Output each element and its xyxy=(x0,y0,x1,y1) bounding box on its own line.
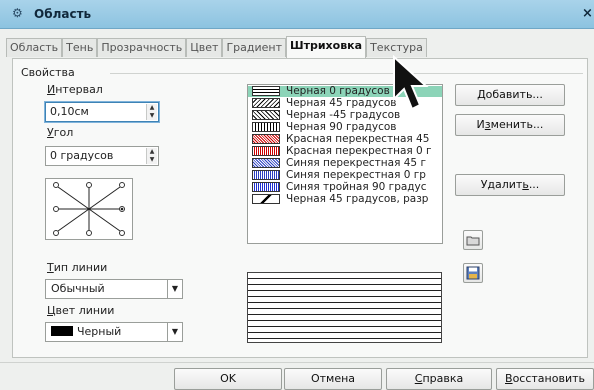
line-color-label: Цвет линии xyxy=(47,304,115,317)
tab-area[interactable]: Область xyxy=(6,38,63,57)
app-icon: ⚙ xyxy=(12,6,23,20)
list-item[interactable]: Черная 90 градусов xyxy=(248,122,442,133)
line-type-value: Обычный xyxy=(51,282,105,295)
line-color-value: Черный xyxy=(77,325,122,338)
hatch-thumb-icon xyxy=(252,98,280,108)
angle-label: Угол xyxy=(47,126,74,139)
footer-divider xyxy=(0,362,594,363)
tab-transparency[interactable]: Прозрачность xyxy=(97,38,187,57)
hatch-thumb-icon xyxy=(252,134,280,144)
angle-spinbox[interactable]: 0 градусов ▲ ▼ xyxy=(45,146,159,166)
angle-selector-graphic xyxy=(53,182,125,236)
angle-selector[interactable] xyxy=(45,178,133,240)
spin-arrows-icon[interactable]: ▲ ▼ xyxy=(146,148,157,164)
group-divider xyxy=(110,73,583,74)
chevron-down-icon[interactable]: ▼ xyxy=(167,280,182,298)
hatch-thumb-icon xyxy=(252,182,280,192)
chevron-down-icon[interactable]: ▼ xyxy=(167,323,182,341)
hatch-thumb-icon xyxy=(252,194,280,204)
properties-group-title: Свойства xyxy=(21,66,79,79)
modify-button[interactable]: Изменить... xyxy=(455,114,565,136)
load-button[interactable] xyxy=(463,230,483,250)
dialog-title: Область xyxy=(34,7,92,21)
interval-spinbox[interactable]: 0,10см ▲ ▼ xyxy=(45,102,159,122)
hatch-thumb-icon xyxy=(252,122,280,132)
mouse-cursor-icon xyxy=(393,55,429,111)
tab-shadow[interactable]: Тень xyxy=(62,38,98,57)
spin-arrows-icon[interactable]: ▲ ▼ xyxy=(146,104,157,120)
tab-gradient[interactable]: Градиент xyxy=(222,38,287,57)
interval-label: Интервал xyxy=(47,83,103,96)
help-button[interactable]: Справка xyxy=(386,368,492,390)
save-button[interactable] xyxy=(463,263,483,283)
interval-value: 0,10см xyxy=(50,105,89,118)
ok-button[interactable]: OK xyxy=(174,368,282,390)
list-item[interactable]: Синяя перекрестная 45 г xyxy=(248,158,442,169)
title-bar[interactable]: ⚙ Область × xyxy=(0,0,594,29)
hatch-thumb-icon xyxy=(252,86,280,96)
floppy-save-icon xyxy=(466,266,480,280)
tab-hatching[interactable]: Штриховка xyxy=(286,36,367,58)
angle-value: 0 градусов xyxy=(50,149,114,162)
tab-color[interactable]: Цвет xyxy=(186,38,223,57)
hatch-preview xyxy=(247,272,442,343)
list-item[interactable]: Синяя тройная 90 градус xyxy=(248,182,442,193)
list-item[interactable]: Красная перекрестная 45 xyxy=(248,134,442,145)
hatch-thumb-icon xyxy=(252,146,280,156)
close-icon[interactable]: × xyxy=(582,6,593,21)
list-item[interactable]: Красная перекрестная 0 г xyxy=(248,146,442,157)
hatch-thumb-icon xyxy=(252,158,280,168)
list-item[interactable]: Черная 45 градусов, разр xyxy=(248,194,442,205)
area-dialog: ⚙ Область × Область Тень Прозрачность Цв… xyxy=(0,0,594,390)
hatch-thumb-icon xyxy=(252,170,280,180)
cancel-button[interactable]: Отмена xyxy=(284,368,382,390)
add-button[interactable]: Добавить... xyxy=(455,84,565,106)
hatch-thumb-icon xyxy=(252,110,280,120)
reset-button[interactable]: Восстановить xyxy=(496,368,594,390)
color-swatch xyxy=(51,326,73,336)
list-item[interactable]: Синяя перекрестная 0 гр xyxy=(248,170,442,181)
folder-open-icon xyxy=(466,236,480,246)
delete-button[interactable]: Удалить... xyxy=(455,174,565,196)
line-type-label: Тип линии xyxy=(47,261,108,274)
line-type-dropdown[interactable]: Обычный ▼ xyxy=(45,279,183,299)
line-color-dropdown[interactable]: Черный ▼ xyxy=(45,322,183,342)
tab-bar: Область Тень Прозрачность Цвет Градиент … xyxy=(6,36,427,58)
